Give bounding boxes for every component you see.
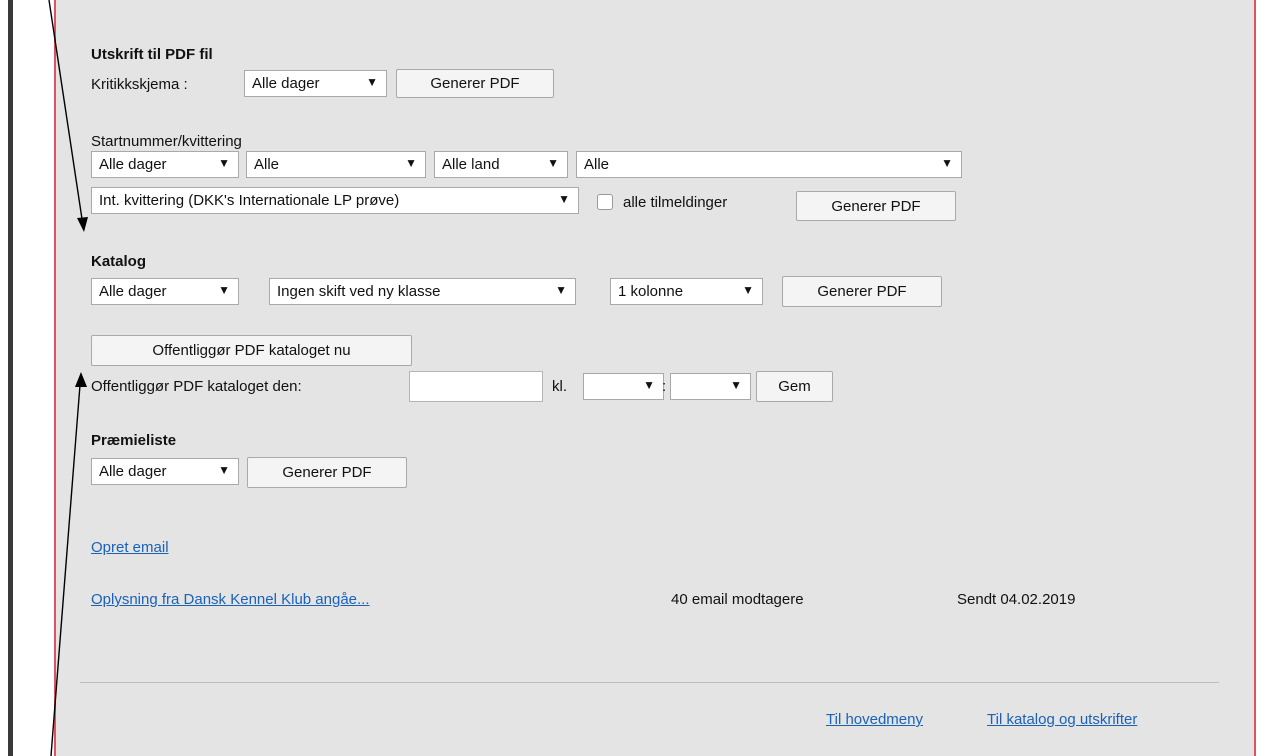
start-section-heading: Startnummer/kvittering [91,133,242,150]
all-registrations-label: alle tilmeldinger [623,194,728,211]
chevron-down-icon: ▼ [547,156,559,170]
select-value: 1 kolonne [618,283,684,300]
chevron-down-icon: ▼ [405,156,417,170]
start-class-select[interactable]: Alle ▼ [246,151,426,178]
start-generate-pdf-button[interactable]: Generer PDF [796,191,956,221]
catalog-generate-pdf-button[interactable]: Generer PDF [782,276,942,307]
kl-label: kl. [552,378,567,395]
publish-catalog-now-button[interactable]: Offentliggør PDF kataloget nu [91,335,412,366]
select-value: Alle land [442,156,500,173]
chevron-down-icon: ▼ [218,463,230,477]
pdf-section-heading: Utskrift til PDF fil [91,46,213,63]
all-registrations-checkbox[interactable] [597,194,613,210]
select-value: Alle [254,156,280,173]
prize-generate-pdf-button[interactable]: Generer PDF [247,457,407,488]
panel-right-border [1254,0,1256,756]
receipt-type-select[interactable]: Int. kvittering (DKK's Internationale LP… [91,187,579,214]
chevron-down-icon: ▼ [555,283,567,297]
catalog-section-heading: Katalog [91,253,147,270]
save-publish-time-button[interactable]: Gem [756,371,833,402]
start-all-select[interactable]: Alle ▼ [576,151,962,178]
chevron-down-icon: ▼ [941,156,953,170]
email-sent-date: Sendt 04.02.2019 [957,591,1076,608]
select-value: Ingen skift ved ny klasse [277,283,441,300]
select-value: Alle dager [99,463,167,480]
time-separator: : [662,378,667,395]
chevron-down-icon: ▼ [218,283,230,297]
catalog-day-select[interactable]: Alle dager ▼ [91,278,239,305]
prize-section-heading: Præmieliste [91,432,177,449]
select-value: Alle dager [99,283,167,300]
publish-hour-select[interactable]: ▼ [583,373,664,400]
kritikk-generate-pdf-button[interactable]: Generer PDF [396,69,554,98]
chevron-down-icon: ▼ [643,378,655,392]
chevron-down-icon: ▼ [366,75,378,89]
chevron-down-icon: ▼ [218,156,230,170]
catalog-columns-select[interactable]: 1 kolonne ▼ [610,278,763,305]
select-value: Alle dager [252,75,320,92]
start-country-select[interactable]: Alle land ▼ [434,151,568,178]
chevron-down-icon: ▼ [742,283,754,297]
publish-minute-select[interactable]: ▼ [670,373,751,400]
chevron-down-icon: ▼ [558,192,570,206]
prize-day-select[interactable]: Alle dager ▼ [91,458,239,485]
select-value: Alle [584,156,610,173]
create-email-link[interactable]: Opret email [91,539,169,556]
footer-divider [80,682,1219,683]
kritikk-day-select[interactable]: Alle dager ▼ [244,70,387,97]
publish-date-label: Offentliggør PDF kataloget den: [91,378,302,395]
select-value: Int. kvittering (DKK's Internationale LP… [99,192,400,209]
email-subject-link[interactable]: Oplysning fra Dansk Kennel Klub angåe... [91,591,370,608]
start-day-select[interactable]: Alle dager ▼ [91,151,239,178]
catalog-class-shift-select[interactable]: Ingen skift ved ny klasse ▼ [269,278,576,305]
kritikk-label: Kritikkskjema : [91,76,188,93]
publish-date-input[interactable] [409,371,543,402]
email-recipients-count: 40 email modtagere [671,591,804,608]
select-value: Alle dager [99,156,167,173]
catalog-and-prints-link[interactable]: Til katalog og utskrifter [987,711,1137,728]
window-left-edge [8,0,13,756]
chevron-down-icon: ▼ [730,378,742,392]
main-menu-link[interactable]: Til hovedmeny [826,711,923,728]
